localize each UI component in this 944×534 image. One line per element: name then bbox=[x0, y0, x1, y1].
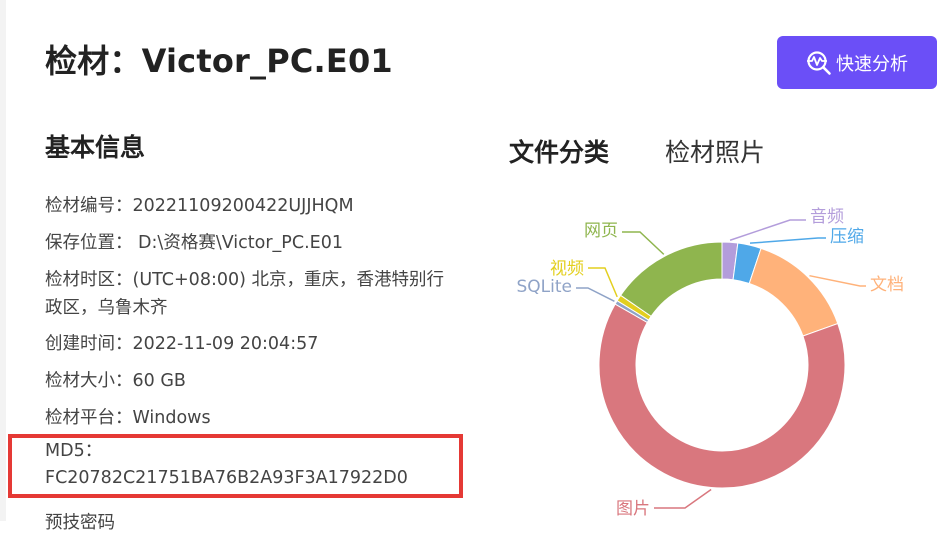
donut-leader-line-6 bbox=[622, 231, 665, 255]
donut-leader-line-0 bbox=[729, 219, 806, 241]
info-row-created-time: 创建时间：2022-11-09 20:04:57 bbox=[45, 334, 319, 354]
donut-slice-2[interactable] bbox=[748, 247, 839, 337]
donut-slice-6[interactable] bbox=[619, 241, 723, 317]
info-row-partial: 预技密码 bbox=[45, 513, 115, 533]
donut-label-4: SQLite bbox=[517, 277, 573, 297]
donut-leader-line-3 bbox=[654, 488, 712, 509]
donut-label-3: 图片 bbox=[616, 499, 650, 519]
donut-label-1: 压缩 bbox=[830, 227, 864, 247]
basic-info-list: 检材编号：20221109200422UJJHQM 保存位置： D:\资格赛\V… bbox=[45, 188, 455, 437]
donut-leader-line-1 bbox=[749, 237, 826, 244]
info-row-size: 检材大小：60 GB bbox=[45, 371, 186, 391]
quick-analysis-label: 快速分析 bbox=[836, 53, 908, 75]
donut-label-2: 文档 bbox=[870, 275, 904, 295]
tab-evidence-photos[interactable]: 检材照片 bbox=[665, 133, 765, 169]
md5-highlight-box bbox=[8, 434, 463, 498]
donut-leader-line-4 bbox=[576, 287, 615, 303]
info-row-platform: 检材平台：Windows bbox=[45, 408, 211, 428]
donut-label-6: 网页 bbox=[584, 221, 618, 241]
magnifier-pulse-icon bbox=[806, 50, 832, 76]
info-row-save-location: 保存位置： D:\资格赛\Victor_PC.E01 bbox=[45, 233, 343, 253]
file-category-donut-chart: 音频压缩文档图片 SQLite视频网页 bbox=[517, 207, 905, 519]
basic-info-heading: 基本信息 bbox=[45, 133, 146, 162]
donut-label-5: 视频 bbox=[550, 259, 584, 279]
quick-analysis-button[interactable]: 快速分析 bbox=[777, 36, 937, 89]
left-edge-divider bbox=[0, 0, 6, 521]
donut-leader-line-5 bbox=[588, 267, 618, 298]
tab-file-classification[interactable]: 文件分类 bbox=[509, 133, 609, 169]
page-title: 检材：Victor_PC.E01 bbox=[45, 42, 393, 80]
info-row-timezone: 检材时区：(UTC+08:00) 北京，重庆，香港特别行政区，乌鲁木齐 bbox=[45, 270, 445, 318]
info-row-evidence-id: 检材编号：20221109200422UJJHQM bbox=[45, 196, 354, 216]
donut-label-0: 音频 bbox=[810, 207, 844, 227]
donut-leader-line-2 bbox=[809, 274, 866, 287]
